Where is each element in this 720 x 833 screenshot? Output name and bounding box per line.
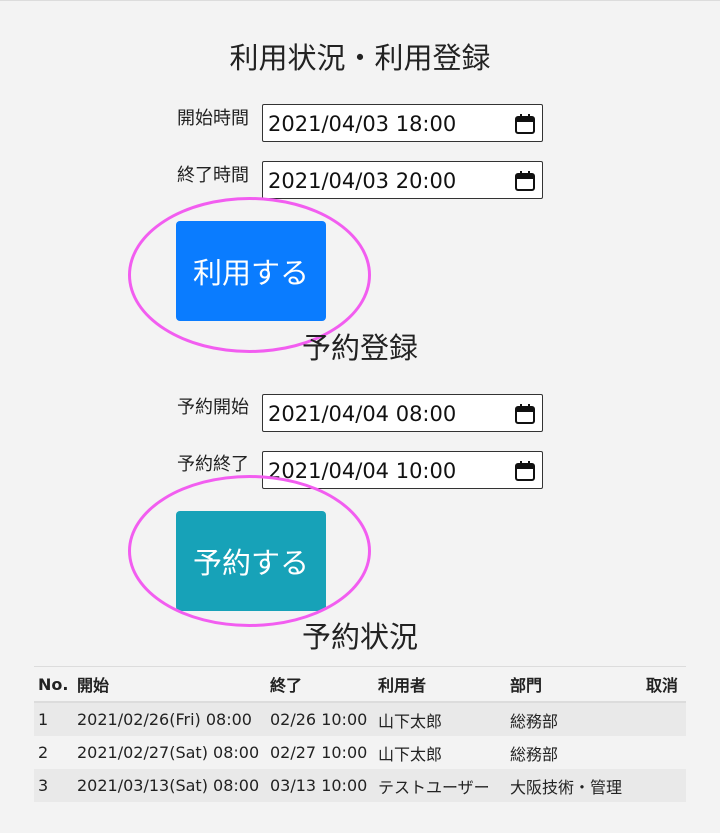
reserve-start-value: 2021/04/04 08:00	[268, 402, 457, 426]
end-time-value: 2021/04/03 20:00	[268, 169, 457, 193]
cell-user: テストユーザー	[374, 769, 506, 802]
start-time-label: 開始時間	[177, 108, 249, 129]
cell-cancel	[634, 702, 686, 736]
status-section-title: 予約状況	[301, 620, 418, 654]
cell-start: 2021/03/13(Sat) 08:00	[73, 769, 266, 802]
calendar-icon[interactable]	[514, 460, 536, 482]
cell-dept: 総務部	[510, 744, 559, 764]
cell-no: 3	[34, 769, 73, 802]
calendar-icon[interactable]	[514, 403, 536, 425]
column-header-no: No.	[34, 666, 73, 703]
calendar-icon[interactable]	[514, 113, 536, 135]
cell-dept: 大阪技術・管理	[506, 769, 634, 802]
reserve-section-title: 予約登録	[301, 331, 418, 365]
reserve-end-input[interactable]: 2021/04/04 10:00	[262, 451, 543, 489]
table-row: 3 2021/03/13(Sat) 08:00 03/13 10:00 テストユ…	[34, 769, 686, 802]
start-time-value: 2021/04/03 18:00	[268, 112, 457, 136]
reserve-end-value: 2021/04/04 10:00	[268, 459, 457, 483]
table-row: 2 2021/02/27(Sat) 08:00 02/27 10:00 山下太郎…	[34, 736, 686, 769]
cell-dept: 総務部	[506, 702, 634, 736]
cell-user: 山下太郎	[374, 702, 506, 736]
column-header-start: 開始	[73, 666, 266, 703]
column-header-cancel: 取消	[634, 666, 686, 703]
reservation-table: No. 開始 終了 利用者 部門 取消 1 2021/02/26(Fri) 08…	[34, 666, 686, 802]
cell-cancel	[634, 769, 686, 802]
table-header-row: No. 開始 終了 利用者 部門 取消	[34, 666, 686, 703]
cell-end: 02/26 10:00	[266, 702, 374, 736]
cell-user: 山下太郎	[378, 744, 443, 764]
cell-end: 03/13 10:00	[266, 769, 374, 802]
start-time-input[interactable]: 2021/04/03 18:00	[262, 104, 543, 142]
cell-start: 2021/02/27(Sat) 08:00	[77, 743, 260, 762]
column-header-dept: 部門	[506, 666, 634, 703]
reserve-button[interactable]: 予約する	[176, 511, 326, 611]
cell-end: 02/27 10:00	[270, 743, 368, 762]
top-divider	[0, 0, 720, 1]
reserve-end-label: 予約終了	[177, 454, 249, 475]
cell-no: 1	[34, 702, 73, 736]
reserve-start-label: 予約開始	[177, 397, 249, 418]
end-time-label: 終了時間	[177, 165, 249, 186]
column-header-end: 終了	[266, 666, 374, 703]
calendar-icon[interactable]	[514, 170, 536, 192]
cell-start: 2021/02/26(Fri) 08:00	[73, 702, 266, 736]
cell-no: 2	[38, 743, 49, 762]
usage-section-title: 利用状況・利用登録	[229, 41, 491, 75]
use-button[interactable]: 利用する	[176, 221, 326, 321]
column-header-user: 利用者	[374, 666, 506, 703]
reserve-start-input[interactable]: 2021/04/04 08:00	[262, 394, 543, 432]
end-time-input[interactable]: 2021/04/03 20:00	[262, 161, 543, 199]
table-row: 1 2021/02/26(Fri) 08:00 02/26 10:00 山下太郎…	[34, 702, 686, 736]
cell-cancel	[634, 736, 686, 769]
